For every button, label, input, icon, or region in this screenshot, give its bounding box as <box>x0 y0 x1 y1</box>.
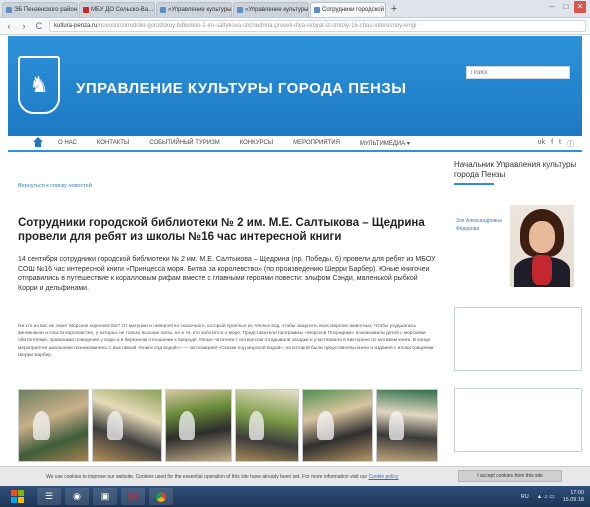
window-controls: – □ ✕ <box>546 1 586 13</box>
article-lead: 14 сентября сотрудники городской библиот… <box>18 256 436 292</box>
portrait-scarf <box>532 255 552 285</box>
site-title[interactable]: УПРАВЛЕНИЕ КУЛЬТУРЫ ГОРОДА ПЕНЗЫ <box>76 80 406 97</box>
media-player-icon: ◉ <box>73 491 81 501</box>
browser-tab[interactable]: «Управление культуры»× <box>156 2 232 17</box>
horse-emblem-icon: ♞ <box>29 72 49 97</box>
photo-gallery <box>18 389 438 462</box>
tab-favicon <box>6 7 12 13</box>
cookie-text: We use cookies to improve our website. C… <box>46 474 368 480</box>
gallery-photo[interactable] <box>376 389 438 462</box>
gallery-photo[interactable] <box>164 389 233 462</box>
tab-favicon <box>237 7 243 13</box>
sidebar-title-underline <box>454 183 494 185</box>
tab-favicon <box>160 7 166 13</box>
site-header: ♞ УПРАВЛЕНИЕ КУЛЬТУРЫ ГОРОДА ПЕНЗЫ <box>8 36 582 136</box>
nav-item-contacts[interactable]: КОНТАКТЫ <box>97 140 129 146</box>
opera-icon: O <box>128 490 138 503</box>
home-icon[interactable] <box>32 137 44 149</box>
clock[interactable]: 17:00 15.09.18 <box>563 490 584 503</box>
taskbar-window[interactable]: ▣ <box>93 488 117 505</box>
new-tab-button[interactable]: + <box>387 3 401 17</box>
window-icon: ▣ <box>100 491 110 501</box>
maximize-button[interactable]: □ <box>560 1 572 13</box>
browser-tab[interactable]: «Управление культуры»× <box>233 2 309 17</box>
clock-date: 15.09.18 <box>562 496 584 503</box>
nav-item-event-tourism[interactable]: СОБЫТИЙНЫЙ ТУРИЗМ <box>149 140 219 146</box>
chrome-icon <box>156 491 166 502</box>
browser-tab[interactable]: ЭБ Пензенского района - Е× <box>2 2 78 17</box>
taskbar-opera[interactable]: O <box>121 488 145 505</box>
nav-item-about[interactable]: О НАС <box>58 140 77 146</box>
gallery-photo[interactable] <box>235 389 299 462</box>
url-field[interactable]: kultura-penza.ru/novosti/sotrudniki-goro… <box>49 20 586 32</box>
head-portrait-photo <box>510 205 574 287</box>
browser-tab[interactable]: МБУ ДО Сельско-Ва...× <box>79 2 155 17</box>
url-path: /novosti/sotrudniki-gorodskoy-biblioteki… <box>97 23 417 29</box>
instagram-icon[interactable]: ⓘ <box>567 139 574 149</box>
sidebar-banner[interactable] <box>454 388 582 452</box>
vk-icon[interactable]: ʋk <box>538 139 545 149</box>
sidebar-banner[interactable] <box>454 307 582 371</box>
head-name-link[interactable]: Зоя Александровна Фёдорова <box>456 218 506 233</box>
taskbar: ☰ ◉ ▣ O RU ▲ ♫ ▭ 17:00 15.09.18 <box>0 486 590 507</box>
minimize-button[interactable]: – <box>546 1 558 13</box>
system-tray: RU ▲ ♫ ▭ 17:00 15.09.18 <box>521 490 584 503</box>
sidebar-title: Начальник Управления культуры города Пен… <box>454 160 577 179</box>
start-button[interactable] <box>3 487 33 506</box>
browser-tab-active[interactable]: Сотрудники городской б× <box>310 2 386 17</box>
nav-item-events[interactable]: МЕРОПРИЯТИЯ <box>293 140 340 146</box>
article-title: Сотрудники городской библиотеки № 2 им. … <box>18 217 425 243</box>
back-to-news-link[interactable]: Вернуться к списку новостей <box>18 183 92 189</box>
social-links: ʋk f t ⓘ <box>538 139 574 149</box>
language-indicator[interactable]: RU <box>521 494 529 500</box>
taskbar-chrome[interactable] <box>149 488 173 505</box>
gallery-photo[interactable] <box>92 389 162 462</box>
gallery-photo[interactable] <box>18 389 90 462</box>
article-body: Ни кто из вас не знает Морское королевст… <box>18 324 434 358</box>
url-domain: kultura-penza.ru <box>54 23 98 29</box>
taskbar-explorer[interactable]: ☰ <box>37 488 61 505</box>
nav-item-multimedia[interactable]: МУЛЬТИМЕДИА ▾ <box>360 140 410 147</box>
main-nav: О НАС КОНТАКТЫ СОБЫТИЙНЫЙ ТУРИЗМ КОНКУРС… <box>8 136 582 152</box>
browser-tabbar: ЭБ Пензенского района - Е× МБУ ДО Сельск… <box>0 0 590 18</box>
gallery-photo[interactable] <box>301 389 374 462</box>
windows-logo-icon <box>11 489 25 504</box>
tab-favicon <box>83 7 89 13</box>
back-button[interactable]: ‹ <box>4 21 14 31</box>
search-input[interactable] <box>466 66 570 79</box>
forward-button[interactable]: › <box>19 21 29 31</box>
city-emblem-logo[interactable]: ♞ <box>18 56 60 114</box>
portrait-face <box>529 221 555 253</box>
cookie-policy-link[interactable]: Cookie policy <box>369 474 399 480</box>
taskbar-media[interactable]: ◉ <box>65 488 89 505</box>
facebook-icon[interactable]: f <box>551 139 553 149</box>
tab-favicon <box>314 7 320 13</box>
address-bar: ‹ › C kultura-penza.ru/novosti/sotrudnik… <box>0 18 590 35</box>
accept-cookies-button[interactable]: I accept cookies from this site <box>458 470 562 482</box>
twitter-icon[interactable]: t <box>559 139 561 149</box>
nav-item-contests[interactable]: КОНКУРСЫ <box>240 140 273 146</box>
folder-icon: ☰ <box>44 491 54 501</box>
window-close-button[interactable]: ✕ <box>574 1 586 13</box>
reload-button[interactable]: C <box>34 21 44 31</box>
tray-icons[interactable]: ▲ ♫ ▭ <box>537 494 555 500</box>
